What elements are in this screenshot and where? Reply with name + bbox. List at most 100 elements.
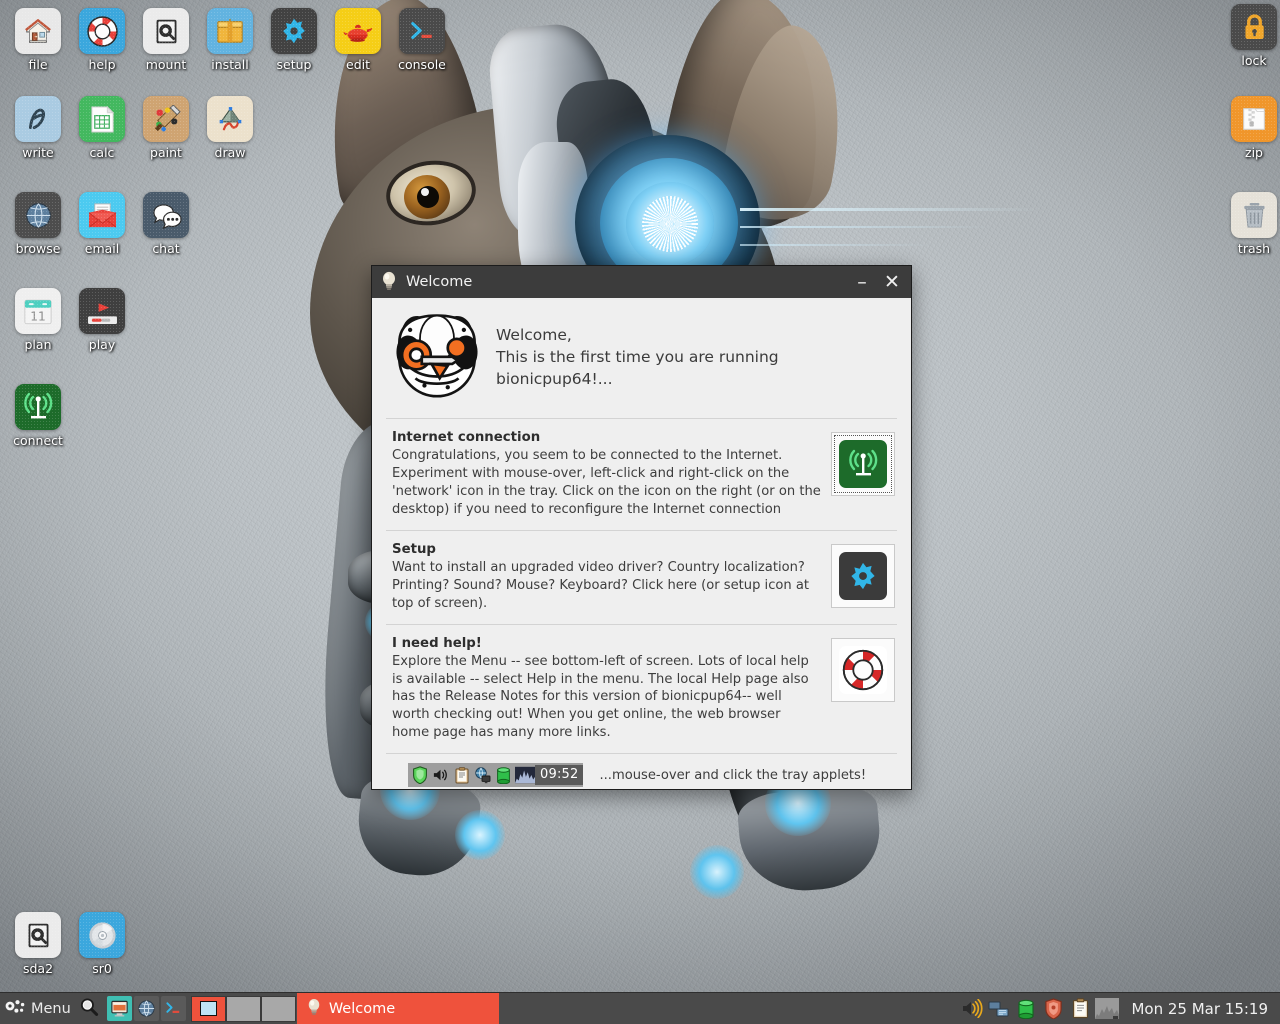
section-heading: Setup bbox=[392, 541, 436, 557]
welcome-title: Welcome bbox=[406, 274, 473, 290]
desktop-icon-draw[interactable]: draw bbox=[192, 96, 268, 160]
welcome-greeting: Welcome, This is the first time you are … bbox=[496, 324, 897, 390]
welcome-section-internet[interactable]: Internet connection Congratulations, you… bbox=[386, 418, 897, 530]
greeting-line-1: Welcome, bbox=[496, 326, 572, 344]
welcome-body: Welcome, This is the first time you are … bbox=[372, 298, 911, 789]
welcome-tray-clock: 09:52 bbox=[535, 765, 584, 786]
globe-icon[interactable] bbox=[133, 996, 159, 1021]
internet-connection-button[interactable] bbox=[831, 432, 895, 496]
desktop-icon-label: trash bbox=[1237, 241, 1271, 256]
clipboard-icon bbox=[451, 764, 472, 786]
shield-icon[interactable] bbox=[1040, 996, 1066, 1022]
taskbar[interactable]: Menu Welcome Mon 25 Mar 15:19 bbox=[0, 992, 1280, 1024]
setup-button[interactable] bbox=[831, 543, 895, 608]
genie-lamp-icon bbox=[335, 8, 381, 54]
welcome-footer-hint: ...mouse-over and click the tray applets… bbox=[599, 767, 867, 783]
desktop-icon-label: lock bbox=[1241, 53, 1267, 68]
package-icon bbox=[207, 8, 253, 54]
desktop-icon-label: sr0 bbox=[92, 961, 112, 976]
desktop-icon-lock[interactable]: lock bbox=[1216, 4, 1280, 68]
antenna-icon bbox=[839, 440, 887, 488]
section-body: Explore the Menu -- see bottom-left of s… bbox=[392, 653, 809, 741]
welcome-mini-tray[interactable]: 09:52 bbox=[408, 763, 584, 788]
lightbulb-icon bbox=[307, 998, 321, 1019]
desktop-icon-connect[interactable]: connect bbox=[0, 384, 76, 448]
pen-stroke-icon bbox=[15, 96, 61, 142]
file-manager-icon[interactable] bbox=[106, 996, 132, 1021]
desktop-icon-label: console bbox=[398, 57, 446, 72]
zip-folder-icon bbox=[1231, 96, 1277, 142]
drive-icon[interactable] bbox=[1013, 996, 1039, 1022]
spreadsheet-icon bbox=[79, 96, 125, 142]
palette-icon bbox=[143, 96, 189, 142]
desktop-icon-zip[interactable]: zip bbox=[1216, 96, 1280, 160]
desktop-icon-label: play bbox=[88, 337, 116, 352]
section-heading: I need help! bbox=[392, 635, 482, 651]
section-body: Want to install an upgraded video driver… bbox=[392, 559, 810, 611]
gear-icon bbox=[271, 8, 317, 54]
desktop-icon-chat[interactable]: chat bbox=[128, 192, 204, 256]
calendar-icon: 11 bbox=[15, 288, 61, 334]
taskbar-task-list[interactable]: Welcome bbox=[296, 992, 499, 1024]
desktop-icon-label: chat bbox=[152, 241, 180, 256]
welcome-footer: 09:52 ...mouse-over and click the tray a… bbox=[386, 753, 897, 789]
lightbulb-icon bbox=[381, 271, 397, 294]
cpu-graph-icon bbox=[514, 764, 535, 786]
puppy-paw-icon bbox=[5, 998, 27, 1020]
workspace-1[interactable] bbox=[190, 995, 226, 1022]
magnifier-icon[interactable] bbox=[79, 997, 99, 1021]
desktop-icon-label: connect bbox=[13, 433, 63, 448]
padlock-icon bbox=[1231, 4, 1277, 50]
svg-text:11: 11 bbox=[30, 309, 46, 323]
vector-icon bbox=[207, 96, 253, 142]
puppy-linux-logo bbox=[392, 312, 482, 402]
minimize-button[interactable]: – bbox=[847, 267, 877, 297]
welcome-header: Welcome, This is the first time you are … bbox=[386, 298, 897, 418]
section-heading: Internet connection bbox=[392, 430, 541, 445]
desktop-icon-console[interactable]: console bbox=[384, 8, 460, 72]
terminal-icon[interactable] bbox=[160, 996, 186, 1021]
taskbar-launchers[interactable] bbox=[105, 996, 186, 1021]
close-button[interactable]: ✕ bbox=[877, 267, 907, 297]
section-body: Congratulations, you seem to be connecte… bbox=[392, 448, 821, 517]
desktop[interactable]: file help mount install setup edit console writ… bbox=[0, 0, 1280, 1024]
drive-icon bbox=[493, 764, 514, 786]
volume-icon[interactable] bbox=[959, 996, 985, 1022]
antenna-icon bbox=[15, 384, 61, 430]
cpu-graph-icon[interactable] bbox=[1094, 996, 1120, 1022]
media-play-icon bbox=[79, 288, 125, 334]
globe-icon bbox=[15, 192, 61, 238]
harddisk-icon bbox=[143, 8, 189, 54]
welcome-titlebar[interactable]: Welcome – ✕ bbox=[372, 266, 911, 298]
help-button[interactable] bbox=[831, 637, 895, 702]
gear-icon bbox=[839, 551, 887, 600]
welcome-window[interactable]: Welcome – ✕ Welcome, This is the first t… bbox=[371, 265, 912, 790]
desktop-icon-sr0[interactable]: sr0 bbox=[64, 912, 140, 976]
lifering-icon bbox=[839, 645, 887, 694]
welcome-section-setup[interactable]: Setup Want to install an upgraded video … bbox=[386, 529, 897, 624]
lifering-icon bbox=[79, 8, 125, 54]
menu-label: Menu bbox=[31, 1000, 71, 1017]
desktop-icon-label: draw bbox=[214, 145, 246, 160]
welcome-section-help[interactable]: I need help! Explore the Menu -- see bot… bbox=[386, 623, 897, 754]
system-tray[interactable]: Mon 25 Mar 15:19 bbox=[959, 993, 1280, 1024]
workspace-3[interactable] bbox=[260, 995, 296, 1022]
task-button-label: Welcome bbox=[328, 1000, 396, 1017]
home-icon bbox=[15, 8, 61, 54]
taskbar-clock[interactable]: Mon 25 Mar 15:19 bbox=[1121, 1000, 1276, 1018]
network-icon[interactable] bbox=[986, 996, 1012, 1022]
clipboard-icon[interactable] bbox=[1067, 996, 1093, 1022]
desktop-icon-trash[interactable]: trash bbox=[1216, 192, 1280, 256]
workspace-pager[interactable] bbox=[190, 995, 296, 1022]
harddisk-icon bbox=[15, 912, 61, 958]
shield-icon bbox=[409, 764, 430, 786]
workspace-2[interactable] bbox=[225, 995, 261, 1022]
task-button-welcome[interactable]: Welcome bbox=[296, 992, 499, 1024]
trashcan-icon bbox=[1231, 192, 1277, 238]
menu-button[interactable]: Menu bbox=[0, 993, 105, 1024]
desktop-icon-play[interactable]: play bbox=[64, 288, 140, 352]
terminal-icon bbox=[399, 8, 445, 54]
envelope-icon bbox=[79, 192, 125, 238]
desktop-icon-label: zip bbox=[1245, 145, 1263, 160]
network-icon bbox=[472, 764, 493, 786]
